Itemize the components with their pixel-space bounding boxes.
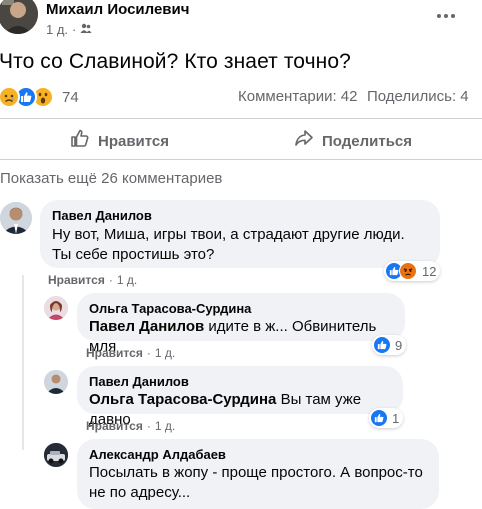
comment-1-author[interactable]: Павел Данилов bbox=[52, 208, 428, 223]
comment-1-reactions[interactable]: 12 bbox=[384, 261, 441, 281]
comment-3-actions: Нравится · 1 д. bbox=[86, 419, 176, 433]
divider-bottom bbox=[0, 159, 482, 160]
comment-3-like-link[interactable]: Нравится bbox=[86, 419, 143, 433]
post-reactions[interactable]: 74 bbox=[0, 86, 79, 108]
share-button[interactable]: Поделиться bbox=[294, 128, 412, 152]
comment-1-actions: Нравится · 1 д. bbox=[48, 273, 138, 287]
comment-2-author[interactable]: Ольга Тарасова-Сурдина bbox=[89, 301, 393, 316]
comment-3-time[interactable]: 1 д. bbox=[155, 419, 175, 433]
comment-4-text-line-2: не по адресу... bbox=[89, 484, 191, 501]
comment-2-bubble: Ольга Тарасова-Сурдина Павел Данилов иди… bbox=[77, 293, 405, 355]
comment-3-avatar[interactable] bbox=[44, 370, 68, 394]
comment-3-reaction-count: 1 bbox=[392, 410, 400, 426]
comment-2-reactions[interactable]: 9 bbox=[372, 335, 407, 355]
post-author-name[interactable]: Михаил Иосилевич bbox=[46, 1, 189, 18]
thread-line bbox=[22, 275, 24, 450]
comment-2-mention[interactable]: Павел Данилов bbox=[89, 318, 204, 335]
comment-3-author[interactable]: Павел Данилов bbox=[89, 374, 391, 389]
comment-2-avatar[interactable] bbox=[44, 296, 68, 320]
comment-3-reactions[interactable]: 1 bbox=[369, 408, 404, 428]
comment-2-time[interactable]: 1 д. bbox=[155, 346, 175, 360]
more-dots-icon[interactable] bbox=[434, 8, 458, 24]
post-comments-count[interactable]: Комментарии: 42 bbox=[238, 88, 358, 105]
show-more-comments-link[interactable]: Показать ещё 26 комментариев bbox=[0, 170, 222, 187]
comment-2-like-link[interactable]: Нравится bbox=[86, 346, 143, 360]
comment-4-bubble: Александр Алдабаев Посылать в жопу - про… bbox=[77, 439, 439, 509]
comment-4-text-line-1: Посылать в жопу - проще простого. А вопр… bbox=[89, 464, 423, 481]
thumbs-up-icon bbox=[70, 128, 90, 152]
divider-top bbox=[0, 118, 482, 119]
post-time[interactable]: 1 д. bbox=[46, 22, 68, 37]
friends-icon bbox=[80, 22, 92, 37]
comment-4-author[interactable]: Александр Алдабаев bbox=[89, 447, 427, 462]
comment-1-bubble: Павел Данилов Ну вот, Миша, игры твои, а… bbox=[40, 200, 440, 268]
like-button[interactable]: Нравится bbox=[70, 128, 169, 152]
comment-1-text: Ну вот, Миша, игры твои, а страдают друг… bbox=[52, 226, 405, 263]
like-reaction-icon bbox=[371, 410, 387, 426]
comment-4-avatar[interactable] bbox=[44, 443, 68, 467]
comment-2-actions: Нравится · 1 д. bbox=[86, 346, 176, 360]
like-reaction-icon bbox=[374, 337, 390, 353]
comment-3-mention[interactable]: Ольга Тарасова-Сурдина bbox=[89, 391, 276, 408]
comment-1-time[interactable]: 1 д. bbox=[117, 273, 137, 287]
post-text: Что со Славиной? Кто знает точно? bbox=[0, 50, 351, 73]
post-reaction-count: 74 bbox=[62, 88, 79, 106]
post-meta: 1 д. · bbox=[46, 22, 92, 37]
comment-1-like-link[interactable]: Нравится bbox=[48, 273, 105, 287]
share-arrow-icon bbox=[294, 128, 314, 152]
comment-2-reaction-count: 9 bbox=[395, 337, 403, 353]
post-shares-count[interactable]: Поделились: 4 bbox=[367, 88, 469, 105]
comment-1-reaction-count: 12 bbox=[422, 263, 437, 279]
share-button-label: Поделиться bbox=[322, 132, 413, 150]
sad-reaction-icon bbox=[0, 86, 20, 108]
like-button-label: Нравится bbox=[98, 132, 170, 150]
comment-1-avatar[interactable] bbox=[0, 202, 32, 234]
angry-reaction-icon bbox=[399, 262, 417, 280]
comment-3-bubble: Павел Данилов Ольга Тарасова-Сурдина Вы … bbox=[77, 366, 403, 428]
post-author-avatar[interactable] bbox=[0, 0, 38, 34]
